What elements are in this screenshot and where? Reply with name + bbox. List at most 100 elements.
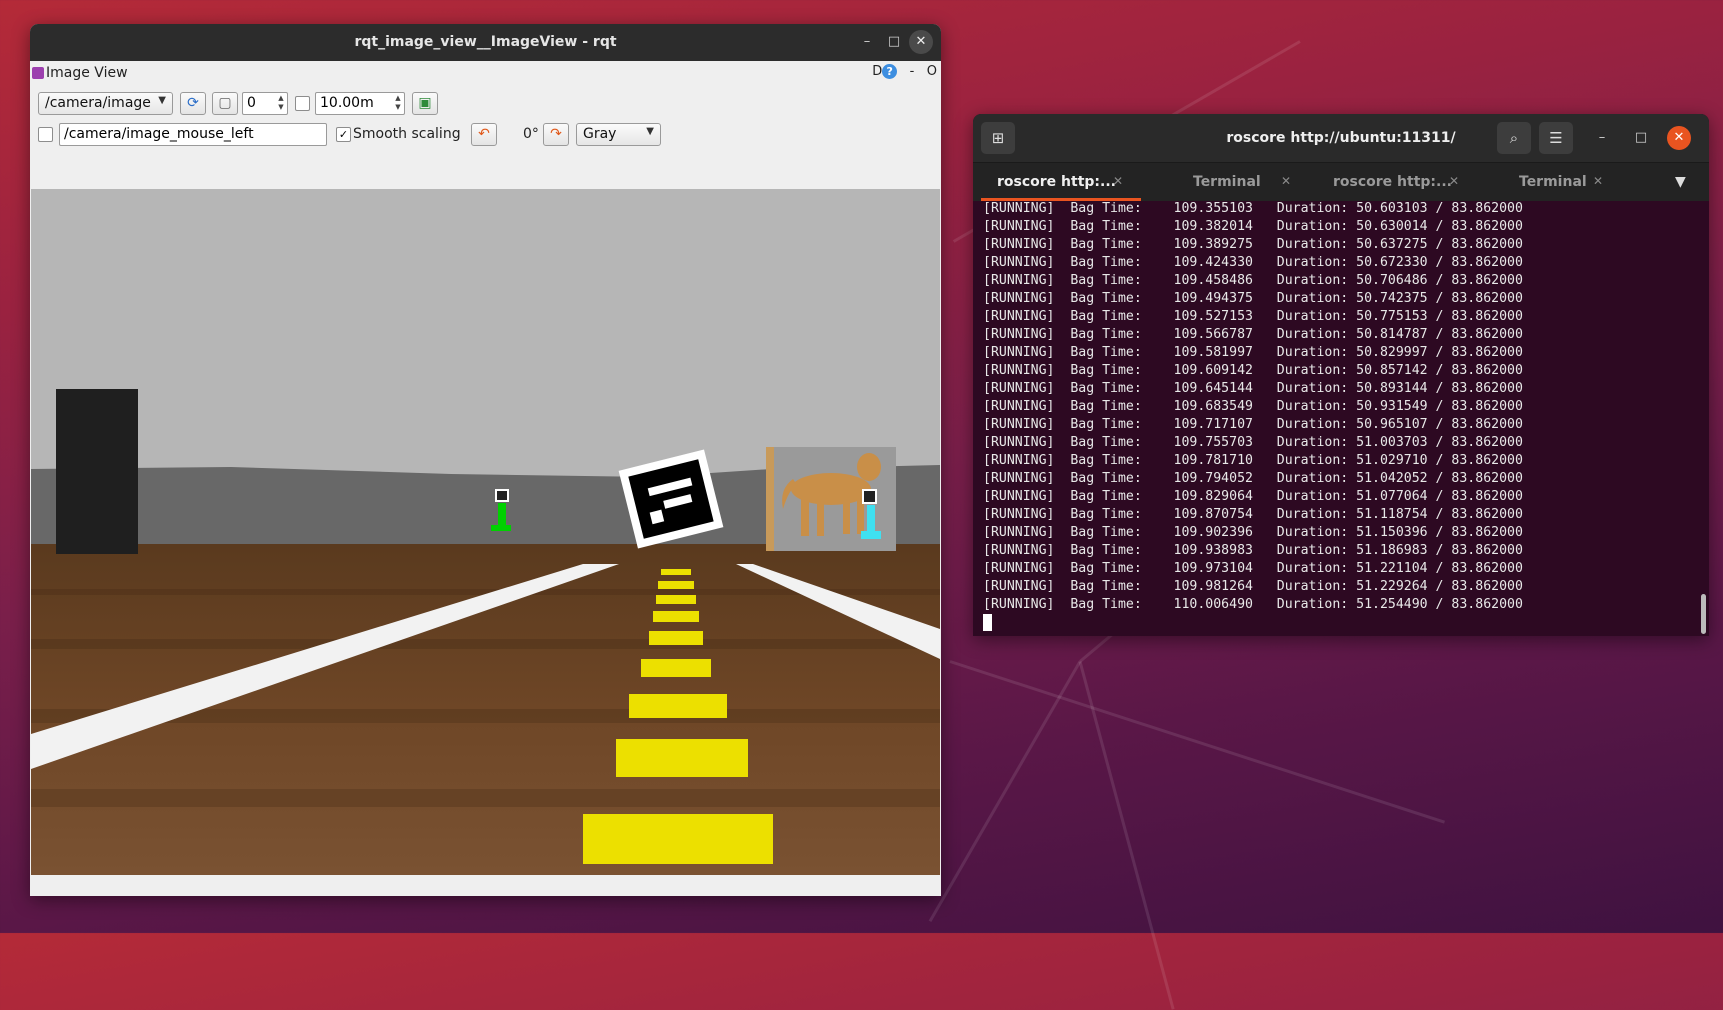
rotation-value: 0° (523, 126, 539, 142)
close-tab-icon[interactable]: ✕ (1281, 174, 1291, 188)
dock-close-button[interactable]: O (927, 64, 937, 79)
rate-spinbox[interactable]: 0 ▲ ▼ (242, 92, 288, 115)
save-image-button[interactable]: ▣ (412, 92, 438, 115)
hamburger-menu-icon: ☰ (1549, 129, 1563, 147)
topic-value: /camera/image (45, 95, 151, 111)
log-line: [RUNNING] Bag Time: 109.781710 Duration:… (983, 453, 1523, 468)
log-line: [RUNNING] Bag Time: 109.566787 Duration:… (983, 327, 1523, 342)
log-line: [RUNNING] Bag Time: 109.609142 Duration:… (983, 363, 1523, 378)
refresh-button[interactable]: ⟳ (180, 92, 206, 115)
log-line: [RUNNING] Bag Time: 109.973104 Duration:… (983, 561, 1523, 576)
rqt-window: rqt_image_view__ImageView - rqt – □ ✕ Im… (30, 24, 941, 896)
smooth-scaling-checkbox[interactable]: ✓ (336, 127, 351, 142)
desktop-wallpaper-line (928, 660, 1082, 923)
text-cursor (983, 614, 992, 631)
terminal-output[interactable]: [RUNNING] Bag Time: 109.355103 Duration:… (973, 200, 1709, 636)
log-line: [RUNNING] Bag Time: 109.389275 Duration:… (983, 237, 1523, 252)
rotate-left-button[interactable]: ↶ (471, 123, 497, 146)
minimize-button[interactable]: – (1590, 126, 1614, 150)
log-line: [RUNNING] Bag Time: 109.902396 Duration:… (983, 525, 1523, 540)
spin-arrows-icon[interactable]: ▲ ▼ (276, 94, 286, 112)
topic-combobox[interactable]: /camera/image ▼ (38, 92, 173, 115)
desktop-wallpaper-line (1078, 661, 1175, 1010)
dock-title: Image View (46, 65, 128, 81)
help-icon[interactable]: ? (882, 64, 898, 79)
close-tab-icon[interactable]: ✕ (1593, 174, 1603, 188)
mouse-publish-checkbox[interactable] (38, 127, 53, 142)
dock-header: Image View D? - O (30, 61, 941, 85)
close-button[interactable]: ✕ (1667, 126, 1691, 150)
log-line: [RUNNING] Bag Time: 110.006490 Duration:… (983, 597, 1523, 612)
tab-list-dropdown[interactable]: ▼ (1663, 163, 1703, 201)
tab-label: Terminal (1519, 174, 1587, 190)
log-line: [RUNNING] Bag Time: 109.355103 Duration:… (983, 201, 1523, 216)
mouse-topic-value: /camera/image_mouse_left (64, 126, 254, 142)
terminal-headerbar[interactable]: ⊞ roscore http://ubuntu:11311/ ⌕ ☰ – □ ✕ (973, 114, 1709, 162)
dog-box-edge (766, 447, 774, 551)
minimize-button[interactable]: – (855, 30, 879, 54)
search-button[interactable]: ⌕ (1497, 122, 1531, 154)
rqt-window-title: rqt_image_view__ImageView - rqt (354, 34, 617, 50)
dock-minimize-button[interactable]: - (910, 64, 915, 79)
log-line: [RUNNING] Bag Time: 109.870754 Duration:… (983, 507, 1523, 522)
smooth-scaling-label: Smooth scaling (353, 126, 461, 142)
toolbar-row-2: /camera/image_mouse_left ✓ Smooth scalin… (30, 122, 941, 152)
tab-label: roscore http:... (997, 174, 1116, 190)
rotate-right-button[interactable]: ↷ (543, 123, 569, 146)
scrollbar-thumb[interactable] (1701, 594, 1706, 634)
pause-button[interactable]: ▢ (212, 92, 238, 115)
log-line: [RUNNING] Bag Time: 109.794052 Duration:… (983, 471, 1523, 486)
log-line: [RUNNING] Bag Time: 109.938983 Duration:… (983, 543, 1523, 558)
log-line: [RUNNING] Bag Time: 109.717107 Duration:… (983, 417, 1523, 432)
toolbar-row-1: /camera/image ▼ ⟳ ▢ 0 ▲ ▼ 10.00m ▲ ▼ ▣ (30, 90, 941, 120)
tab-roscore-2[interactable]: roscore http:... ✕ (1309, 163, 1477, 201)
time-spinbox[interactable]: 10.00m ▲ ▼ (315, 92, 405, 115)
log-line: [RUNNING] Bag Time: 109.683549 Duration:… (983, 399, 1523, 414)
tab-terminal-1[interactable]: Terminal ✕ (1141, 163, 1309, 201)
mouse-topic-field[interactable]: /camera/image_mouse_left (59, 123, 327, 146)
chevron-down-icon: ▼ (1675, 174, 1686, 190)
rqt-titlebar[interactable]: rqt_image_view__ImageView - rqt – □ ✕ (30, 24, 941, 61)
color-scheme-combobox[interactable]: Gray ▼ (576, 123, 661, 146)
dock-controls: D? - O (872, 64, 937, 79)
menu-button[interactable]: ☰ (1539, 122, 1573, 154)
spin-arrows-icon[interactable]: ▲ ▼ (393, 94, 403, 112)
log-line: [RUNNING] Bag Time: 109.645144 Duration:… (983, 381, 1523, 396)
tab-roscore-1[interactable]: roscore http:... ✕ (973, 163, 1141, 201)
maximize-button[interactable]: □ (1629, 126, 1653, 150)
time-checkbox[interactable] (295, 96, 310, 111)
log-line: [RUNNING] Bag Time: 109.981264 Duration:… (983, 579, 1523, 594)
cylinder-obstacle (56, 389, 138, 554)
close-tab-icon[interactable]: ✕ (1113, 174, 1123, 188)
cyan-post (867, 505, 875, 531)
close-tab-icon[interactable]: ✕ (1449, 174, 1459, 188)
log-lines: [RUNNING] Bag Time: 109.355103 Duration:… (983, 200, 1699, 614)
time-value: 10.00m (320, 95, 374, 111)
rate-value: 0 (247, 95, 256, 111)
desktop-wallpaper-line (949, 660, 1446, 824)
log-line: [RUNNING] Bag Time: 109.424330 Duration:… (983, 255, 1523, 270)
log-line: [RUNNING] Bag Time: 109.527153 Duration:… (983, 309, 1523, 324)
green-post-base (491, 525, 511, 531)
log-line: [RUNNING] Bag Time: 109.829064 Duration:… (983, 489, 1523, 504)
cyan-post-base (861, 531, 881, 539)
chevron-down-icon: ▼ (158, 95, 166, 106)
terminal-window: ⊞ roscore http://ubuntu:11311/ ⌕ ☰ – □ ✕… (973, 114, 1709, 636)
terminal-tab-bar: roscore http:... ✕ Terminal ✕ roscore ht… (973, 162, 1709, 201)
log-line: [RUNNING] Bag Time: 109.458486 Duration:… (983, 273, 1523, 288)
green-post (498, 503, 506, 525)
camera-image-view[interactable] (31, 189, 940, 875)
dock-d-button[interactable]: D (872, 64, 882, 79)
log-line: [RUNNING] Bag Time: 109.382014 Duration:… (983, 219, 1523, 234)
sky (31, 189, 940, 479)
camera-image (31, 189, 940, 875)
tab-terminal-2[interactable]: Terminal ✕ (1477, 163, 1637, 201)
tab-label: roscore http:... (1333, 174, 1452, 190)
prompt-line (983, 614, 1699, 632)
chevron-down-icon: ▼ (646, 126, 654, 137)
maximize-button[interactable]: □ (882, 30, 906, 54)
log-line: [RUNNING] Bag Time: 109.494375 Duration:… (983, 291, 1523, 306)
color-scheme-value: Gray (583, 126, 617, 142)
log-line: [RUNNING] Bag Time: 109.755703 Duration:… (983, 435, 1523, 450)
close-button[interactable]: ✕ (909, 30, 933, 54)
